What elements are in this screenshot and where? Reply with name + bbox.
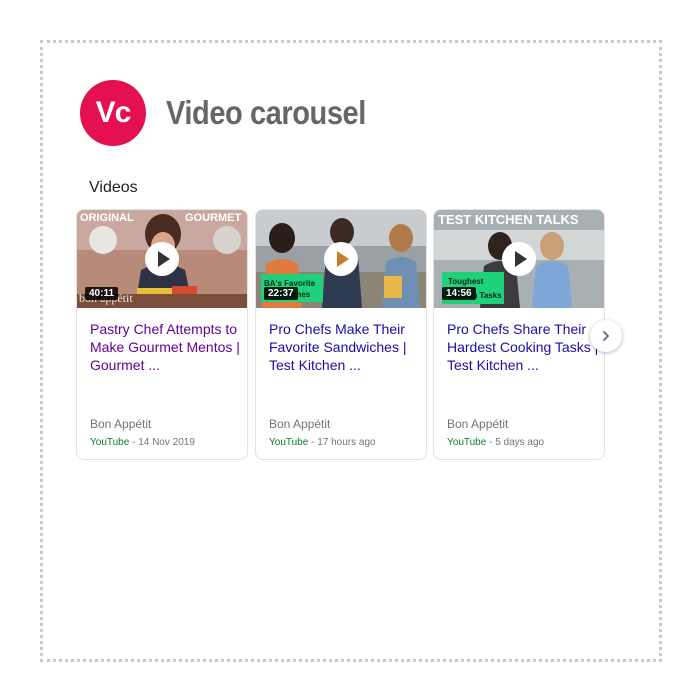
thumb-label-test-kitchen-talks: TEST KITCHEN TALKS xyxy=(438,212,579,227)
video-source: YouTube xyxy=(447,437,487,448)
video-card-2[interactable]: BA's Favorite Sandwiches 22:37 Pro Chefs… xyxy=(255,209,427,460)
play-button[interactable] xyxy=(324,242,358,276)
page-title: Video carousel xyxy=(166,94,366,131)
video-duration: 22:37 xyxy=(264,287,298,300)
play-icon xyxy=(514,251,527,267)
video-date: 17 hours ago xyxy=(317,437,376,448)
header: Vc Video carousel xyxy=(80,80,393,146)
video-thumbnail[interactable]: ORIGINAL GOURMET bon appétit 40:11 xyxy=(77,210,247,308)
meta-separator: - xyxy=(129,437,139,448)
video-card-3[interactable]: TEST KITCHEN TALKS Toughest Kitchen Task… xyxy=(433,209,605,460)
video-source: YouTube xyxy=(90,437,130,448)
video-meta: YouTube - 17 hours ago xyxy=(269,437,376,448)
channel-name: Bon Appétit xyxy=(90,417,152,431)
video-date: 5 days ago xyxy=(495,437,545,448)
video-duration: 40:11 xyxy=(85,287,119,300)
meta-separator: - xyxy=(308,437,318,448)
channel-name: Bon Appétit xyxy=(447,417,509,431)
chevron-right-icon xyxy=(603,331,609,341)
video-source: YouTube xyxy=(269,437,309,448)
thumb-label-gourmet: GOURMET xyxy=(185,212,242,224)
brand-logo: Vc xyxy=(80,80,146,146)
video-thumbnail[interactable]: BA's Favorite Sandwiches 22:37 xyxy=(256,210,426,308)
video-date: 14 Nov 2019 xyxy=(138,437,195,448)
video-meta: YouTube - 14 Nov 2019 xyxy=(90,437,195,448)
video-title-link[interactable]: Pastry Chef Attempts to Make Gourmet Men… xyxy=(90,320,242,374)
thumb-label-toughest: Toughest xyxy=(448,277,484,286)
video-card-1[interactable]: ORIGINAL GOURMET bon appétit 40:11 Pastr… xyxy=(76,209,248,460)
thumb-label-original: ORIGINAL xyxy=(80,212,134,224)
video-duration: 14:56 xyxy=(442,287,476,300)
play-icon xyxy=(157,251,170,267)
meta-separator: - xyxy=(486,437,496,448)
play-button[interactable] xyxy=(502,242,536,276)
video-title-link[interactable]: Pro Chefs Share Their Hardest Cooking Ta… xyxy=(447,320,599,374)
play-icon xyxy=(336,251,349,267)
play-button[interactable] xyxy=(145,242,179,276)
video-title-link[interactable]: Pro Chefs Make Their Favorite Sandwiches… xyxy=(269,320,421,374)
channel-name: Bon Appétit xyxy=(269,417,331,431)
video-thumbnail[interactable]: TEST KITCHEN TALKS Toughest Kitchen Task… xyxy=(434,210,604,308)
carousel-next-button[interactable] xyxy=(590,320,622,352)
section-label: Videos xyxy=(89,179,138,196)
video-meta: YouTube - 5 days ago xyxy=(447,437,544,448)
